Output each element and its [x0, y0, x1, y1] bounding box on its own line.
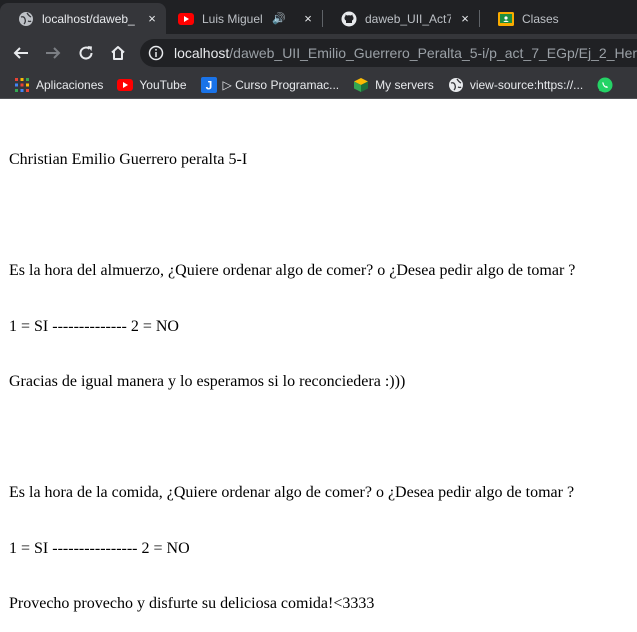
lunch-answer: Gracias de igual manera y lo esperamos s… [9, 373, 406, 390]
address-bar[interactable]: localhost/daweb_UII_Emilio_Guerrero_Pera… [140, 39, 637, 67]
author-line: Christian Emilio Guerrero peralta 5-I [9, 151, 248, 168]
bookmark-curso-programacion[interactable]: J ▷ Curso Programac... [200, 77, 340, 93]
bookmark-label: ▷ Curso Programac... [222, 78, 340, 92]
tab-close-button[interactable]: × [144, 11, 160, 27]
tab-close-button[interactable]: × [300, 11, 316, 27]
tab-title: localhost/daweb_ [42, 11, 135, 26]
tab-title: Luis Miguel - [202, 11, 264, 26]
page-content: Christian Emilio Guerrero peralta 5-I Es… [9, 114, 634, 632]
bookmark-whatsapp[interactable] [597, 77, 619, 93]
tab-close-button[interactable]: × [457, 11, 473, 27]
tab-strip: localhost/daweb_ × Luis Miguel - 🔊 × daw… [0, 0, 637, 34]
tab-localhost[interactable]: localhost/daweb_ × [0, 3, 166, 34]
forward-button[interactable] [42, 42, 64, 64]
bookmark-label: Aplicaciones [36, 78, 104, 92]
server-icon [353, 77, 369, 93]
svg-text:J: J [205, 79, 212, 93]
youtube-icon [178, 11, 194, 27]
bookmark-label: YouTube [139, 78, 187, 92]
tab-luis-miguel[interactable]: Luis Miguel - 🔊 × [160, 3, 322, 34]
url-text[interactable]: localhost/daweb_UII_Emilio_Guerrero_Pera… [174, 45, 637, 61]
github-icon [341, 11, 357, 27]
bookmark-view-source[interactable]: view-source:https://... [448, 77, 583, 93]
classroom-icon [498, 11, 514, 27]
bookmark-label: My servers [375, 78, 434, 92]
lunch-question: Es la hora del almuerzo, ¿Quiere ordenar… [9, 262, 576, 279]
dinner-answer: Provecho provecho y disfurte su delicios… [9, 595, 375, 612]
dinner-options: 1 = SI ---------------- 2 = NO [9, 539, 190, 557]
bookmark-my-servers[interactable]: My servers [353, 77, 434, 93]
reload-icon [79, 46, 93, 60]
forward-arrow-icon [46, 47, 61, 59]
tab-title: daweb_UII_Act7_ [365, 11, 451, 26]
bookmark-youtube[interactable]: YouTube [117, 77, 187, 93]
url-path: /daweb_UII_Emilio_Guerrero_Peralta_5-i/p… [229, 45, 637, 61]
lunch-options: 1 = SI -------------- 2 = NO [9, 317, 179, 335]
speaker-icon[interactable]: 🔊 [272, 12, 286, 25]
back-button[interactable] [10, 42, 32, 64]
tab-github[interactable]: daweb_UII_Act7_ × [323, 3, 479, 34]
j-icon: J [200, 77, 217, 93]
apps-grid-icon [14, 77, 30, 93]
globe-icon [448, 77, 464, 93]
back-arrow-icon [13, 47, 28, 59]
whatsapp-icon [597, 77, 613, 93]
bookmarks-bar: Aplicaciones YouTube J ▷ Curso Programac… [0, 72, 637, 99]
home-icon [111, 46, 125, 60]
bookmark-label: view-source:https://... [469, 78, 584, 92]
dinner-question: Es la hora de la comida, ¿Quiere ordenar… [9, 484, 575, 501]
tab-strip-fade [597, 0, 637, 34]
home-button[interactable] [107, 42, 129, 64]
url-host: localhost [174, 45, 230, 61]
bookmark-aplicaciones[interactable]: Aplicaciones [14, 77, 103, 93]
info-icon[interactable] [148, 45, 164, 61]
globe-icon [18, 11, 34, 27]
browser-toolbar: localhost/daweb_UII_Emilio_Guerrero_Pera… [0, 34, 637, 72]
youtube-icon [117, 77, 134, 93]
reload-button[interactable] [75, 42, 97, 64]
